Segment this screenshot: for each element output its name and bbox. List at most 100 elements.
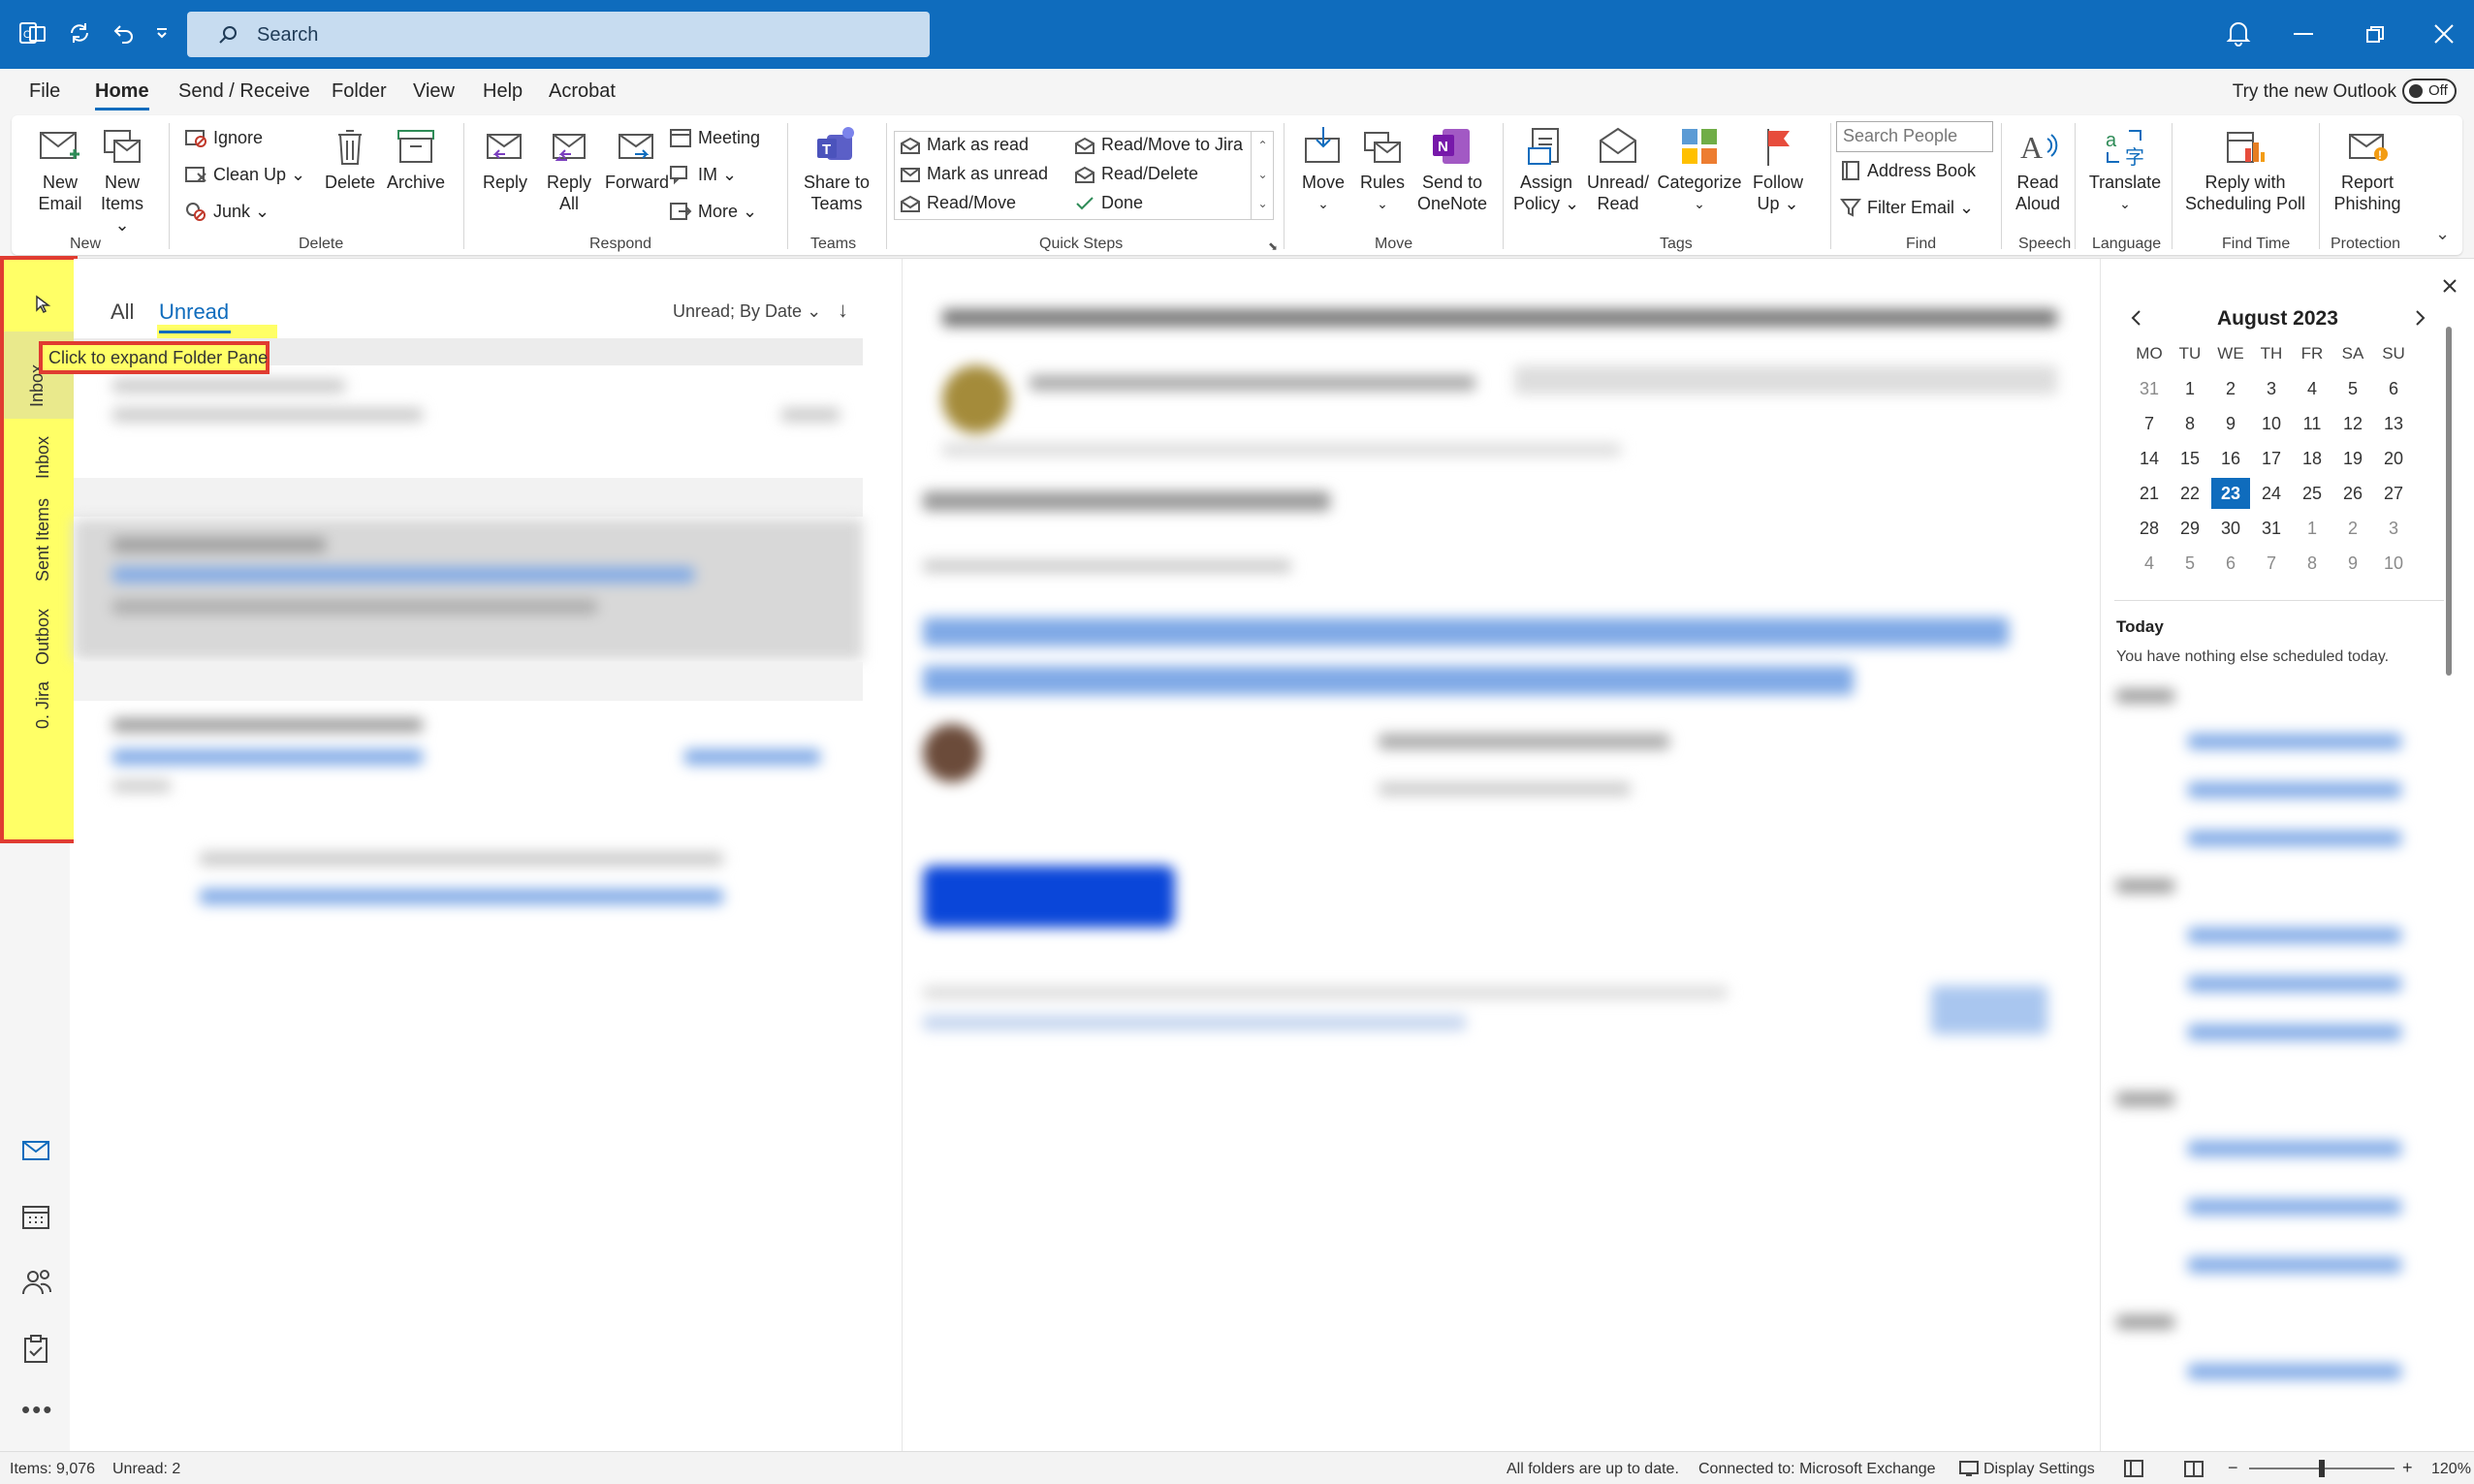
zoom-slider[interactable] [2249, 1460, 2395, 1477]
calendar-day-today[interactable]: 23 [2211, 478, 2250, 509]
calendar-day[interactable]: 14 [2130, 449, 2169, 469]
sort-dropdown[interactable]: Unread; By Date ⌄ [673, 301, 821, 322]
new-email-button[interactable]: New Email [31, 125, 89, 214]
calendar-day[interactable]: 2 [2333, 519, 2372, 539]
calendar-day[interactable]: 9 [2333, 553, 2372, 574]
calendar-day[interactable]: 17 [2252, 449, 2291, 469]
calendar-day[interactable]: 6 [2374, 379, 2413, 399]
search-input[interactable]: Search [187, 12, 930, 57]
folder-inbox[interactable]: Inbox [33, 436, 53, 479]
calendar-day[interactable]: 12 [2333, 414, 2372, 434]
tasks-icon[interactable] [21, 1335, 50, 1364]
calendar-day[interactable]: 5 [2333, 379, 2372, 399]
restore-icon[interactable] [2365, 25, 2385, 45]
calendar-day[interactable]: 8 [2293, 553, 2331, 574]
more-icon[interactable]: ⌄ [1252, 189, 1274, 218]
categorize-button[interactable]: Categorize ⌄ [1654, 125, 1745, 214]
calendar-day[interactable]: 25 [2293, 484, 2331, 504]
calendar-day[interactable]: 3 [2252, 379, 2291, 399]
bell-icon[interactable] [2226, 19, 2251, 47]
calendar-day[interactable]: 13 [2374, 414, 2413, 434]
folder-sent-items[interactable]: Sent Items [33, 498, 53, 582]
calendar-day[interactable]: 19 [2333, 449, 2372, 469]
zoom-in-button[interactable]: + [2402, 1458, 2413, 1478]
filter-email-button[interactable]: Filter Email ⌄ [1840, 197, 1974, 218]
quickstep-done[interactable]: Done [1074, 193, 1143, 213]
chevron-up-icon[interactable]: ⌃ [1252, 131, 1274, 160]
quicksteps-scroll[interactable]: ⌃ ⌄ ⌄ [1251, 131, 1274, 220]
calendar-day[interactable]: 1 [2171, 379, 2209, 399]
sync-icon[interactable] [66, 19, 93, 47]
share-to-teams-button[interactable]: T Share to Teams [795, 125, 878, 214]
collapse-ribbon-icon[interactable]: ⌄ [2435, 224, 2450, 244]
address-book-button[interactable]: Address Book [1840, 160, 1976, 181]
zoom-slider-thumb[interactable] [2319, 1460, 2325, 1477]
filter-all-tab[interactable]: All [111, 300, 134, 325]
list-item[interactable] [74, 369, 863, 457]
calendar-day[interactable]: 11 [2293, 414, 2331, 434]
delete-button[interactable]: Delete [320, 125, 380, 193]
calendar-day[interactable]: 9 [2211, 414, 2250, 434]
filter-unread-tab[interactable]: Unread [159, 300, 229, 325]
prev-month-icon[interactable] [2130, 309, 2141, 327]
calendar-day[interactable]: 30 [2211, 519, 2250, 539]
calendar-day[interactable]: 2 [2211, 379, 2250, 399]
forward-button[interactable]: Forward [601, 125, 673, 193]
reading-view-icon[interactable] [2183, 1459, 2204, 1478]
calendar-day[interactable]: 20 [2374, 449, 2413, 469]
calendar-day[interactable]: 31 [2252, 519, 2291, 539]
scrollbar-thumb[interactable] [2446, 327, 2452, 676]
search-people-input[interactable]: Search People [1836, 121, 1993, 152]
new-outlook-toggle[interactable]: Off [2402, 79, 2457, 104]
calendar-day[interactable]: 26 [2333, 484, 2372, 504]
next-month-icon[interactable] [2415, 309, 2426, 327]
reply-all-button[interactable]: Reply All [539, 125, 599, 214]
display-settings-button[interactable]: Display Settings [1983, 1461, 2095, 1478]
expand-pane-cursor-icon[interactable] [33, 295, 52, 314]
calendar-day[interactable]: 16 [2211, 449, 2250, 469]
calendar-day[interactable]: 3 [2374, 519, 2413, 539]
folder-outbox[interactable]: Outbox [33, 609, 53, 665]
list-item[interactable] [74, 703, 863, 809]
quickstep-read-delete[interactable]: Read/Delete [1074, 164, 1198, 184]
sort-direction-icon[interactable]: ↓ [838, 298, 848, 323]
unread-read-button[interactable]: Unread/ Read [1584, 125, 1652, 214]
calendar-scrollbar[interactable] [2444, 317, 2454, 1441]
tab-file[interactable]: File [29, 80, 60, 103]
calendar-icon[interactable] [21, 1203, 50, 1230]
rules-button[interactable]: Rules ⌄ [1355, 125, 1410, 214]
read-aloud-button[interactable]: A Read Aloud [2009, 125, 2067, 214]
calendar-day[interactable]: 4 [2130, 553, 2169, 574]
more-apps-icon[interactable]: ••• [21, 1395, 53, 1425]
im-button[interactable]: IM ⌄ [669, 164, 737, 185]
zoom-out-button[interactable]: − [2228, 1458, 2238, 1478]
display-settings-icon[interactable] [1958, 1460, 1980, 1477]
tab-help[interactable]: Help [483, 80, 523, 103]
reply-scheduling-poll-button[interactable]: Reply with Scheduling Poll [2179, 125, 2311, 214]
tab-acrobat[interactable]: Acrobat [549, 80, 616, 103]
clean-up-button[interactable]: Clean Up ⌄ [184, 164, 305, 185]
calendar-day[interactable]: 27 [2374, 484, 2413, 504]
calendar-day[interactable]: 15 [2171, 449, 2209, 469]
ignore-button[interactable]: Ignore [184, 127, 263, 148]
list-item[interactable] [74, 519, 863, 660]
report-phishing-button[interactable]: ! Report Phishing [2327, 125, 2408, 214]
calendar-day[interactable]: 24 [2252, 484, 2291, 504]
calendar-day[interactable]: 10 [2374, 553, 2413, 574]
undo-icon[interactable] [109, 19, 136, 47]
calendar-day[interactable]: 4 [2293, 379, 2331, 399]
send-to-onenote-button[interactable]: N Send to OneNote [1411, 125, 1493, 214]
new-items-button[interactable]: New Items ⌄ [91, 125, 153, 236]
translate-button[interactable]: a字 Translate ⌄ [2086, 125, 2164, 214]
calendar-day[interactable]: 10 [2252, 414, 2291, 434]
calendar-day[interactable]: 21 [2130, 484, 2169, 504]
calendar-day[interactable]: 29 [2171, 519, 2209, 539]
move-button[interactable]: Move ⌄ [1293, 125, 1353, 214]
more-respond-button[interactable]: More ⌄ [669, 201, 757, 222]
minimize-icon[interactable] [2294, 33, 2313, 37]
meeting-button[interactable]: Meeting [669, 127, 760, 148]
quickstep-read-move-jira[interactable]: Read/Move to Jira [1074, 135, 1243, 155]
mail-icon[interactable] [21, 1139, 50, 1162]
calendar-day[interactable]: 5 [2171, 553, 2209, 574]
tab-view[interactable]: View [413, 80, 455, 103]
